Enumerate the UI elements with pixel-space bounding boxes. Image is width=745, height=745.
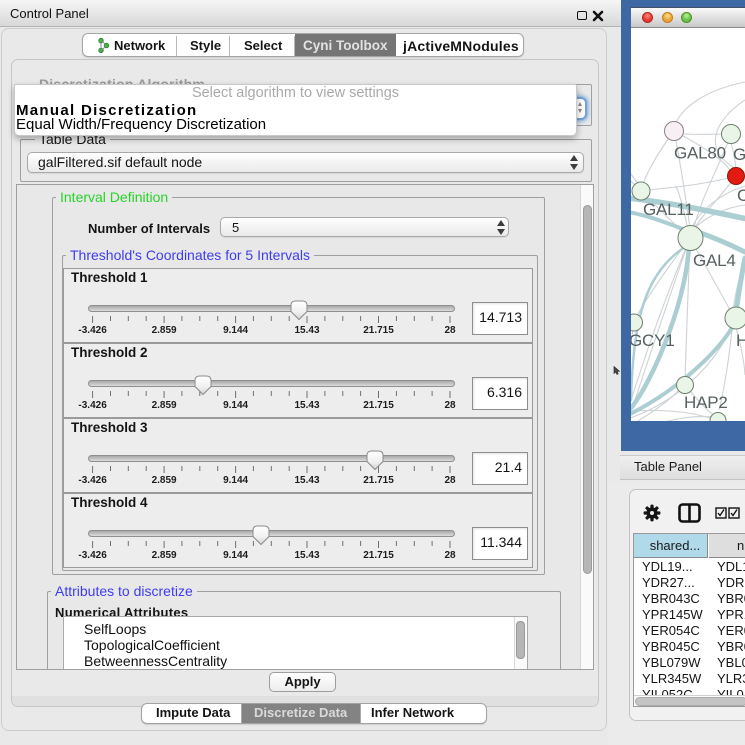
svg-text:HAP2: HAP2 [684,393,728,412]
svg-text:9.144: 9.144 [223,400,248,411]
svg-text:15.43: 15.43 [294,325,319,336]
svg-text:15.43: 15.43 [294,475,319,486]
svg-text:28: 28 [444,325,456,336]
svg-text:H: H [736,331,745,350]
svg-text:21.715: 21.715 [363,550,394,561]
svg-text:9.144: 9.144 [223,325,248,336]
svg-text:-3.426: -3.426 [78,475,107,486]
svg-text:15.43: 15.43 [294,550,319,561]
svg-text:GCY1: GCY1 [631,331,675,350]
svg-text:-3.426: -3.426 [78,325,107,336]
svg-text:GAL80: GAL80 [674,144,726,163]
svg-text:9.144: 9.144 [223,475,248,486]
svg-text:2.859: 2.859 [152,550,177,561]
svg-text:28: 28 [444,550,456,561]
svg-text:2.859: 2.859 [152,400,177,411]
svg-text:-3.426: -3.426 [78,550,107,561]
svg-text:2.859: 2.859 [152,325,177,336]
svg-text:9.144: 9.144 [223,550,248,561]
svg-text:2.859: 2.859 [152,475,177,486]
svg-text:GAL4: GAL4 [693,251,736,270]
svg-text:15.43: 15.43 [294,400,319,411]
svg-text:28: 28 [444,400,456,411]
svg-text:CR: CR [737,186,745,205]
svg-text:-3.426: -3.426 [78,400,107,411]
svg-text:GAL11: GAL11 [643,200,694,219]
svg-text:GAL: GAL [733,145,745,164]
svg-text:28: 28 [444,475,456,486]
svg-text:21.715: 21.715 [363,475,394,486]
svg-text:21.715: 21.715 [363,325,394,336]
svg-text:21.715: 21.715 [363,400,394,411]
